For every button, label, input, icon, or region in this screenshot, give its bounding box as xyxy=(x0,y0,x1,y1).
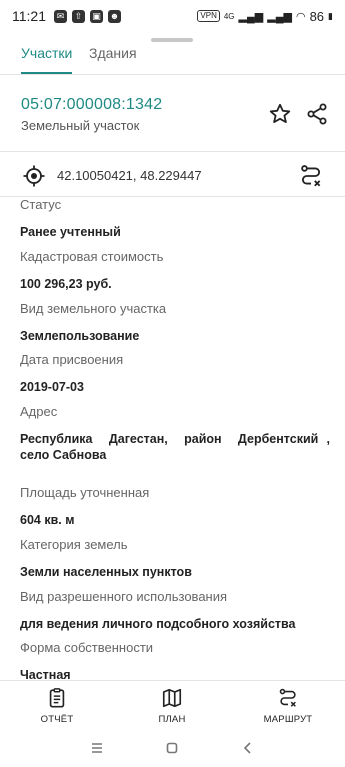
plan-button[interactable]: ПЛАН xyxy=(137,687,207,725)
system-nav-bar xyxy=(0,730,345,767)
vpn-badge: VPN xyxy=(197,10,220,22)
report-icon xyxy=(49,688,65,708)
plan-label: ПЛАН xyxy=(158,714,186,725)
tab-bar: Участки Здания xyxy=(0,44,345,74)
tab-buildings[interactable]: Здания xyxy=(89,44,137,74)
favorite-button[interactable] xyxy=(267,101,293,127)
back-button[interactable] xyxy=(238,738,258,758)
header-divider xyxy=(0,151,345,152)
details-list[interactable]: Статус Ранее учтенный Кадастровая стоимо… xyxy=(0,196,345,680)
field-value: 2019-07-03 xyxy=(20,380,84,394)
field-value: Земли населенных пунктов xyxy=(20,565,192,579)
tabs-divider xyxy=(0,74,345,75)
menu-icon xyxy=(92,743,102,753)
field-label: Кадастровая стоимость xyxy=(20,249,164,264)
wifi-icon: ◠ xyxy=(295,10,306,23)
field-address: Адрес Республика Дагестан, район Дербент… xyxy=(20,404,330,463)
route-icon xyxy=(279,688,296,707)
field-ownership: Форма собственности Частная xyxy=(20,640,330,680)
sheet-handle[interactable] xyxy=(151,38,193,42)
field-label: Адрес xyxy=(20,404,58,419)
tab-plots[interactable]: Участки xyxy=(21,44,73,74)
coordinates-text[interactable]: 42.10050421, 48.229447 xyxy=(57,168,202,183)
field-date: Дата присвоения 2019-07-03 xyxy=(20,352,330,395)
route-button[interactable]: МАРШРУТ xyxy=(253,687,323,725)
app-notification-icon: ☻ xyxy=(108,9,121,23)
field-label: Статус xyxy=(20,197,62,212)
image-icon: ▣ xyxy=(90,9,103,23)
home-button[interactable] xyxy=(162,738,182,758)
target-icon[interactable] xyxy=(22,164,46,188)
field-value: 604 кв. м xyxy=(20,513,75,527)
route-label: МАРШРУТ xyxy=(263,714,313,725)
field-label: Вид земельного участка xyxy=(20,301,167,316)
menu-button[interactable] xyxy=(87,738,107,758)
cadastral-number[interactable]: 05:07:000008:1342 xyxy=(21,96,162,114)
message-icon: ✉ xyxy=(54,9,67,23)
field-land-type: Вид земельного участка Землепользование xyxy=(20,301,330,344)
field-value: Землепользование xyxy=(20,329,140,343)
route-icon[interactable] xyxy=(298,163,324,189)
home-icon xyxy=(166,742,178,754)
report-button[interactable]: ОТЧЁТ xyxy=(22,687,92,725)
field-label: Площадь уточненная xyxy=(20,485,150,500)
map-icon xyxy=(162,688,182,708)
star-icon xyxy=(269,103,291,123)
bottom-action-bar: ОТЧЁТ ПЛАН МАРШРУТ xyxy=(0,681,345,725)
field-value: Ранее учтенный xyxy=(20,225,121,239)
report-label: ОТЧЁТ xyxy=(40,714,74,725)
field-label: Дата присвоения xyxy=(20,352,124,367)
field-area: Площадь уточненная 604 кв. м xyxy=(20,485,330,528)
network-type: 4G xyxy=(223,11,235,21)
field-label: Форма собственности xyxy=(20,640,154,655)
back-icon xyxy=(243,742,251,754)
share-icon xyxy=(307,103,327,125)
field-cost: Кадастровая стоимость 100 296,23 руб. xyxy=(20,249,330,292)
battery-level: 86 xyxy=(309,8,325,24)
field-label: Категория земель xyxy=(20,537,128,552)
field-value: 100 296,23 руб. xyxy=(20,277,112,291)
share-button[interactable] xyxy=(304,101,330,127)
battery-icon: ▮ xyxy=(328,10,333,21)
object-type: Земельный участок xyxy=(21,118,140,133)
field-status: Статус Ранее учтенный xyxy=(20,197,330,240)
field-value: Республика Дагестан, район Дербентский ,… xyxy=(20,432,337,462)
status-time: 11:21 xyxy=(12,8,46,24)
status-right: VPN 4G ▂▄▆ ▂▄▆ ◠ 86 ▮ xyxy=(197,9,333,24)
field-permitted-use: Вид разрешенного использования для веден… xyxy=(20,589,330,632)
signal-icon-2: ▂▄▆ xyxy=(267,10,292,23)
field-value: для ведения личного подсобного хозяйства xyxy=(20,617,296,631)
field-label: Вид разрешенного использования xyxy=(20,589,228,604)
signal-icon: ▂▄▆ xyxy=(238,10,264,23)
status-bar: 11:21 ✉ ⇧ ▣ ☻ VPN 4G ▂▄▆ ▂▄▆ ◠ 86 ▮ xyxy=(0,0,345,32)
field-category: Категория земель Земли населенных пункто… xyxy=(20,537,330,580)
upload-icon: ⇧ xyxy=(72,9,85,23)
field-value: Частная xyxy=(20,668,71,680)
